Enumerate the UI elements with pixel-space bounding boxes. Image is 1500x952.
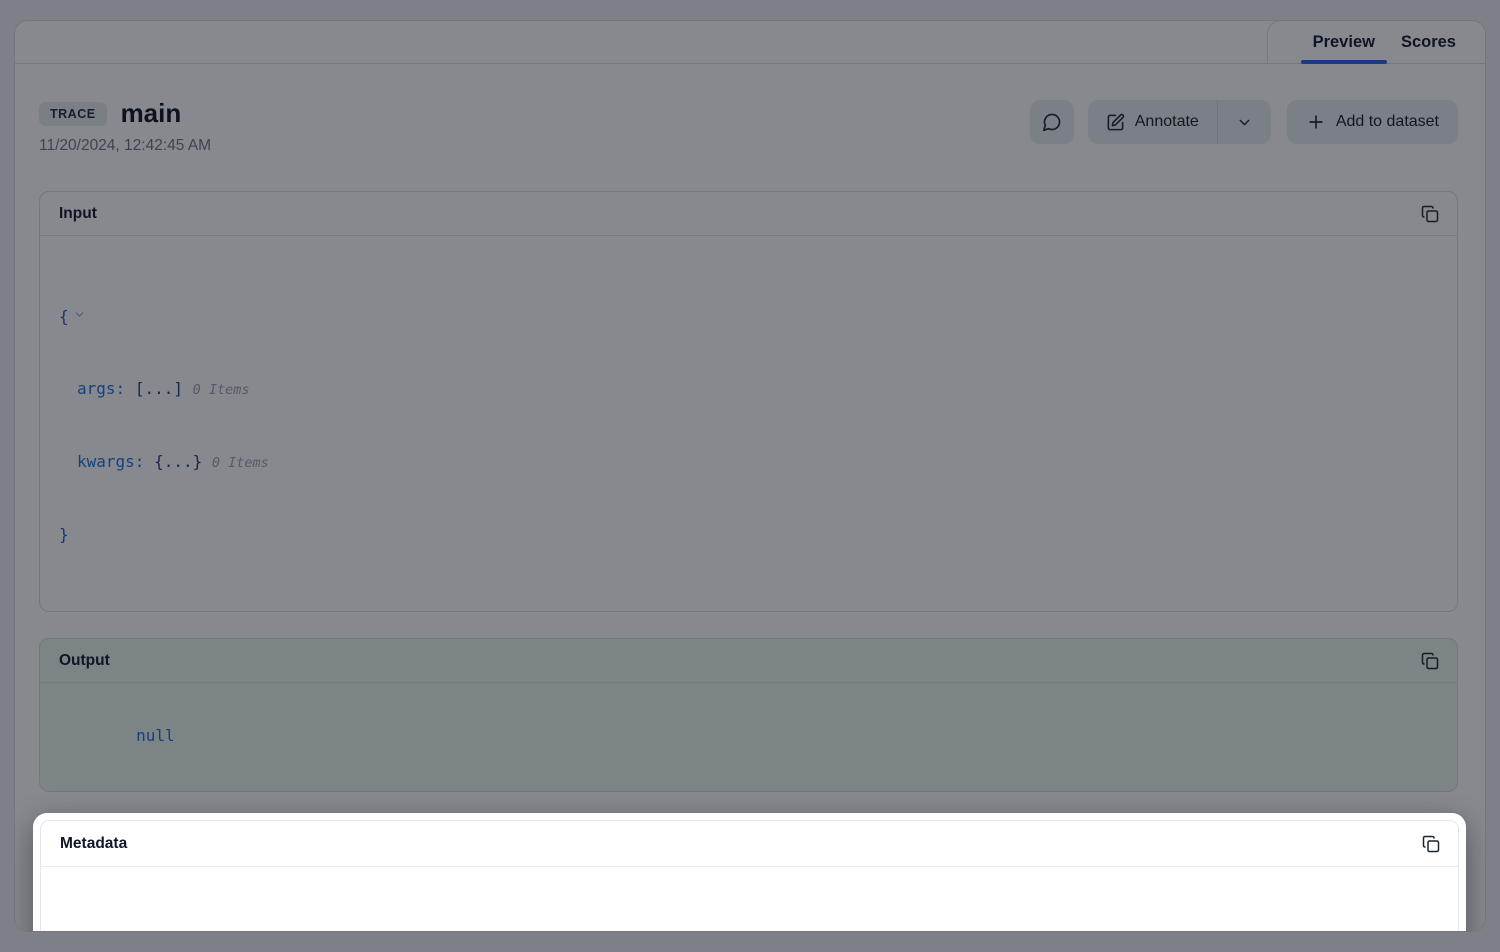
comment-button[interactable] bbox=[1030, 100, 1074, 144]
output-section: Output null bbox=[39, 638, 1458, 792]
json-null-value: null bbox=[136, 726, 175, 745]
trace-actions: Annotate Add to dataset bbox=[1030, 100, 1458, 144]
page-title: main bbox=[121, 98, 182, 129]
tab-bar: Preview Scores bbox=[15, 21, 1485, 64]
trace-timestamp: 11/20/2024, 12:42:45 AM bbox=[39, 137, 211, 155]
json-line: { bbox=[59, 304, 1438, 329]
json-item-count: 0 Items bbox=[193, 382, 250, 398]
json-collapsed-object[interactable]: {...} bbox=[154, 452, 202, 471]
chevron-down-icon bbox=[1236, 114, 1253, 131]
json-key: kwargs: bbox=[77, 452, 144, 471]
json-item-count: 0 Items bbox=[212, 455, 269, 471]
output-section-header: Output bbox=[40, 639, 1457, 683]
copy-input-button[interactable] bbox=[1419, 203, 1441, 225]
trace-detail-panel: Preview Scores TRACE main 11/20/2024, 12… bbox=[14, 20, 1486, 932]
json-line: } bbox=[59, 523, 1438, 547]
square-pen-icon bbox=[1106, 113, 1125, 132]
input-section-header: Input bbox=[40, 192, 1457, 236]
annotate-label: Annotate bbox=[1135, 113, 1199, 131]
json-key: args: bbox=[77, 379, 125, 398]
input-section: Input { args: [...] 0 Items kwargs: {...… bbox=[39, 191, 1458, 612]
json-collapsed-array[interactable]: [...] bbox=[135, 379, 183, 398]
metadata-section-header: Metadata bbox=[41, 821, 1458, 867]
tab-scores[interactable]: Scores bbox=[1388, 21, 1469, 63]
annotate-split-button: Annotate bbox=[1088, 100, 1271, 144]
json-line: args: [...] 0 Items bbox=[59, 377, 1438, 402]
metadata-section: Metadata { context: "@@@langfuseMedia:ty… bbox=[40, 820, 1459, 932]
copy-icon bbox=[1422, 835, 1440, 853]
copy-icon bbox=[1421, 205, 1439, 223]
tab-preview[interactable]: Preview bbox=[1300, 21, 1388, 63]
annotate-dropdown-button[interactable] bbox=[1217, 100, 1271, 144]
copy-icon bbox=[1421, 652, 1439, 670]
add-to-dataset-label: Add to dataset bbox=[1336, 113, 1439, 131]
input-json-viewer: { args: [...] 0 Items kwargs: {...} 0 It… bbox=[40, 236, 1457, 611]
plus-icon bbox=[1306, 112, 1326, 132]
metadata-section-title: Metadata bbox=[60, 835, 127, 853]
tabs-container: Preview Scores bbox=[1267, 20, 1485, 63]
collapse-chevron-icon[interactable] bbox=[73, 306, 86, 325]
copy-output-button[interactable] bbox=[1419, 650, 1441, 672]
add-to-dataset-button[interactable]: Add to dataset bbox=[1287, 100, 1458, 144]
trace-header: TRACE main 11/20/2024, 12:42:45 AM bbox=[39, 98, 1458, 155]
speech-bubble-icon bbox=[1042, 112, 1062, 132]
trace-content: TRACE main 11/20/2024, 12:42:45 AM bbox=[15, 98, 1485, 932]
output-json-viewer: null bbox=[40, 683, 1457, 791]
json-close-brace: } bbox=[59, 525, 69, 544]
trace-type-badge: TRACE bbox=[39, 102, 107, 126]
json-line: kwargs: {...} 0 Items bbox=[59, 450, 1438, 475]
metadata-json-viewer: { context: "@@@langfuseMedia:type=applic… bbox=[41, 867, 1458, 932]
copy-metadata-button[interactable] bbox=[1420, 833, 1442, 855]
trace-title-block: TRACE main 11/20/2024, 12:42:45 AM bbox=[39, 98, 211, 155]
json-open-brace[interactable]: { bbox=[59, 307, 69, 326]
input-section-title: Input bbox=[59, 205, 97, 223]
annotate-button[interactable]: Annotate bbox=[1088, 100, 1217, 144]
metadata-spotlight: Metadata { context: "@@@langfuseMedia:ty… bbox=[33, 813, 1466, 932]
output-section-title: Output bbox=[59, 652, 110, 670]
